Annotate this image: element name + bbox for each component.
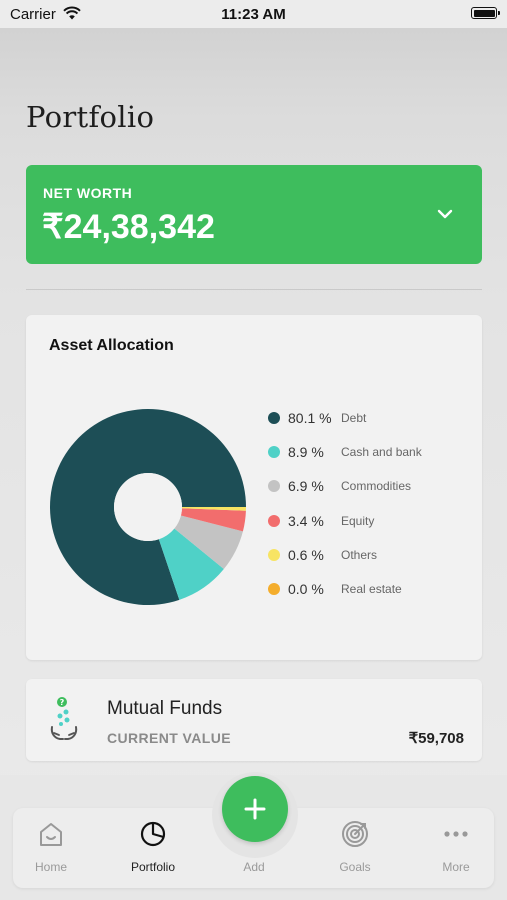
- more-icon: [444, 831, 468, 837]
- chevron-down-icon[interactable]: [436, 205, 454, 223]
- mutual-funds-title: Mutual Funds: [107, 698, 223, 719]
- legend-swatch: [268, 582, 280, 595]
- legend-item-others: 0.6 % Others: [268, 547, 468, 581]
- status-time: 11:23 AM: [221, 6, 286, 23]
- net-worth-value: ₹24,38,342: [42, 208, 215, 246]
- tab-goals[interactable]: Goals: [307, 808, 403, 888]
- legend-label: Equity: [341, 513, 375, 528]
- legend-item-real-estate: 0.0 % Real estate: [268, 581, 468, 615]
- legend-percent: 6.9 %: [288, 478, 324, 495]
- tab-label: Home: [34, 860, 67, 874]
- svg-text:?: ?: [60, 698, 65, 707]
- legend-swatch: [268, 412, 280, 424]
- status-bar: Carrier 11:23 AM: [0, 0, 507, 28]
- legend-percent: 80.1 %: [288, 410, 332, 426]
- legend-item-cash-and-bank: 8.9 % Cash and bank: [268, 444, 468, 478]
- legend-percent: 3.4 %: [288, 512, 324, 529]
- legend-swatch: [268, 446, 280, 459]
- tab-label: Goals: [339, 860, 371, 874]
- net-worth-card[interactable]: NET WORTH ₹24,38,342: [26, 165, 482, 264]
- mutual-funds-card[interactable]: ? Mutual Funds CURRENT VALUE ₹59,708: [26, 679, 482, 761]
- legend-swatch: [268, 548, 280, 561]
- legend-item-equity: 3.4 % Equity: [268, 513, 468, 547]
- donut-hole: [114, 473, 182, 541]
- page-title: Portfolio: [26, 100, 155, 134]
- asset-allocation-donut-chart: [50, 409, 246, 605]
- legend-percent: 8.9 %: [288, 444, 324, 461]
- legend-label: Real estate: [341, 581, 402, 596]
- tab-label: More: [442, 860, 470, 874]
- legend-item-debt: 80.1 % Debt: [268, 410, 468, 444]
- target-icon: [342, 821, 368, 847]
- legend-label: Cash and bank: [341, 445, 422, 460]
- legend-label: Others: [341, 547, 378, 562]
- chart-legend: 80.1 % Debt 8.9 % Cash and bank 6.9 % Co…: [268, 410, 468, 615]
- home-icon: [40, 823, 62, 846]
- tab-label: Portfolio: [130, 860, 176, 874]
- legend-swatch: [268, 480, 280, 493]
- tab-home[interactable]: Home: [3, 808, 99, 888]
- mutual-funds-icon: ?: [50, 697, 78, 740]
- tab-portfolio[interactable]: Portfolio: [105, 808, 201, 888]
- legend-percent: 0.6 %: [288, 546, 324, 563]
- tab-more[interactable]: More: [408, 808, 504, 888]
- legend-item-commodities: 6.9 % Commodities: [268, 478, 468, 512]
- legend-label: Commodities: [341, 479, 412, 494]
- legend-label: Debt: [341, 411, 367, 425]
- pie-chart-icon: [140, 821, 166, 847]
- current-value-label: CURRENT VALUE: [107, 730, 231, 746]
- add-button[interactable]: [222, 776, 288, 842]
- divider: [26, 289, 482, 290]
- asset-allocation-card: Asset Allocation 80.1 % Debt 8.9 % Cash …: [26, 315, 482, 660]
- plus-icon: [244, 798, 266, 820]
- legend-swatch: [268, 514, 280, 527]
- tab-label: Add: [243, 860, 265, 874]
- net-worth-label: NET WORTH: [43, 185, 133, 201]
- asset-allocation-title: Asset Allocation: [49, 337, 174, 354]
- legend-percent: 0.0 %: [288, 580, 324, 597]
- current-value-amount: ₹59,708: [408, 730, 464, 747]
- battery-icon: [471, 7, 500, 19]
